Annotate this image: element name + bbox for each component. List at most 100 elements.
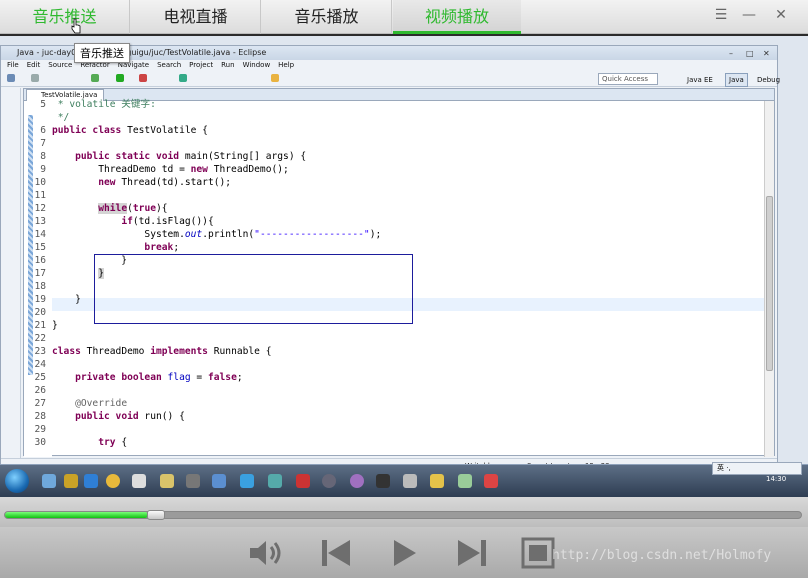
eclipse-title: Java - juc-day01/src/com/atguigu/juc/Tes… (17, 48, 267, 57)
code-line[interactable]: 8 public static void main(String[] args)… (24, 150, 764, 163)
taskbar-app-icon[interactable] (212, 474, 226, 488)
code-line[interactable]: 30 try { (24, 436, 764, 449)
taskbar-app-icon[interactable] (322, 474, 336, 488)
code-line[interactable]: 23 class ThreadDemo implements Runnable { (24, 345, 764, 358)
seek-bar[interactable] (4, 510, 802, 520)
line-number: 22 (34, 333, 46, 344)
code-line[interactable]: 28 public void run() { (24, 410, 764, 423)
line-number: 16 (34, 255, 46, 266)
code-line[interactable]: 24 (24, 358, 764, 371)
menu-item-run[interactable]: Run (221, 61, 234, 69)
code-editor[interactable]: TestVolatile.java 5 * volatile 关键字: */6 p… (23, 88, 775, 457)
eclipse-taskbar-icon[interactable] (160, 474, 174, 488)
seek-bar-fill (5, 512, 149, 518)
taskbar-app-icon[interactable] (268, 474, 282, 488)
line-text: try { (98, 437, 128, 448)
ie-icon[interactable] (84, 474, 98, 488)
quick-access-field[interactable]: Quick Access (598, 73, 658, 85)
menu-item-search[interactable]: Search (157, 61, 181, 69)
line-text: @Override (75, 398, 128, 409)
code-line[interactable]: 5 * volatile 关键字: (24, 98, 764, 111)
tab-tv-live[interactable]: 电视直播 (131, 0, 261, 34)
perspective-java-ee[interactable]: Java EE (683, 73, 717, 87)
line-number: 12 (34, 203, 46, 214)
powerpoint-icon[interactable] (484, 474, 498, 488)
perspective-java[interactable]: Java (725, 73, 748, 87)
code-line[interactable]: 27 @Override (24, 397, 764, 410)
seek-knob[interactable] (147, 510, 165, 520)
eclipse-toolbar: Quick Access Java EE Java Debug (1, 71, 780, 87)
taskbar-app-icon[interactable] (186, 474, 200, 488)
line-text: while(true){ (98, 203, 168, 214)
taskbar-app-icon[interactable] (132, 474, 146, 488)
line-text: * volatile 关键字: (52, 99, 156, 110)
tab-video-play[interactable]: 视频播放 (393, 0, 521, 34)
perspective-debug[interactable]: Debug (753, 73, 784, 87)
volume-icon[interactable] (244, 535, 288, 571)
eclipse-maximize-icon[interactable]: □ (746, 47, 754, 61)
code-line[interactable]: 10 new Thread(td).start(); (24, 176, 764, 189)
code-line[interactable]: 12 while(true){ (24, 202, 764, 215)
code-line[interactable]: 7 (24, 137, 764, 150)
code-line[interactable]: 11 (24, 189, 764, 202)
menu-item-window[interactable]: Window (243, 61, 271, 69)
next-icon[interactable] (450, 535, 494, 571)
editor-scrollbar[interactable] (764, 101, 774, 457)
chrome-icon[interactable] (106, 474, 120, 488)
start-button[interactable] (5, 469, 29, 493)
line-text: new Thread(td).start(); (98, 177, 232, 188)
taskbar-app-icon[interactable] (430, 474, 444, 488)
external-tools-icon[interactable] (139, 74, 147, 82)
code-line[interactable]: 29 (24, 423, 764, 436)
code-line[interactable]: 25 private boolean flag = false; (24, 371, 764, 384)
taskbar-app-icon[interactable] (350, 474, 364, 488)
taskbar-app-icon[interactable] (42, 474, 56, 488)
menu-item-edit[interactable]: Edit (27, 61, 41, 69)
code-line[interactable]: 9 ThreadDemo td = new ThreadDemo(); (24, 163, 764, 176)
eclipse-window: Java - juc-day01/src/com/atguigu/juc/Tes… (0, 45, 780, 497)
line-text: public void run() { (75, 411, 185, 422)
taskbar-app-icon[interactable] (458, 474, 472, 488)
code-line[interactable]: */ (24, 111, 764, 124)
menu-icon[interactable]: ☰ (710, 5, 732, 25)
play-icon[interactable] (382, 535, 426, 571)
code-line[interactable]: 14 System.out.println("-----------------… (24, 228, 764, 241)
code-line[interactable]: 26 (24, 384, 764, 397)
debug-icon[interactable] (91, 74, 99, 82)
taskbar-clock[interactable]: 14:30 (766, 475, 786, 483)
line-number: 13 (34, 216, 46, 227)
watermark: http://blog.csdn.net/Holmofy (552, 548, 772, 563)
highlight-icon[interactable] (271, 74, 279, 82)
run-icon[interactable] (116, 74, 124, 82)
previous-icon[interactable] (314, 535, 358, 571)
new-icon[interactable] (7, 74, 15, 82)
player-tab-bar: 音乐推送 电视直播 音乐播放 视频播放 ☰ — ✕ (0, 0, 808, 34)
taskbar-app-icon[interactable] (403, 474, 417, 488)
taskbar-app-icon[interactable] (296, 474, 310, 488)
menu-item-project[interactable]: Project (189, 61, 213, 69)
eclipse-minimize-icon[interactable]: – (729, 47, 733, 61)
taskbar-app-icon[interactable] (64, 474, 78, 488)
minimize-button[interactable]: — (738, 5, 760, 25)
menu-item-file[interactable]: File (7, 61, 19, 69)
scrollbar-thumb[interactable] (766, 196, 773, 371)
line-number: 8 (40, 151, 46, 162)
code-line[interactable]: 22 (24, 332, 764, 345)
taskbar-app-icon[interactable] (376, 474, 390, 488)
menu-item-help[interactable]: Help (278, 61, 294, 69)
line-number: 14 (34, 229, 46, 240)
line-number: 27 (34, 398, 46, 409)
tab-music-play[interactable]: 音乐播放 (262, 0, 392, 34)
code-line[interactable]: 6 public class TestVolatile { (24, 124, 764, 137)
line-number: 6 (40, 125, 46, 136)
taskbar-app-icon[interactable] (240, 474, 254, 488)
save-icon[interactable] (31, 74, 39, 82)
new-class-icon[interactable] (179, 74, 187, 82)
line-number: 18 (34, 281, 46, 292)
code-line[interactable]: 13 if(td.isFlag()){ (24, 215, 764, 228)
code-line[interactable]: 15 break; (24, 241, 764, 254)
tab-music-push[interactable]: 音乐推送 (0, 0, 130, 34)
close-button[interactable]: ✕ (770, 5, 792, 25)
eclipse-close-icon[interactable]: ✕ (763, 47, 770, 61)
menu-item-source[interactable]: Source (48, 61, 72, 69)
